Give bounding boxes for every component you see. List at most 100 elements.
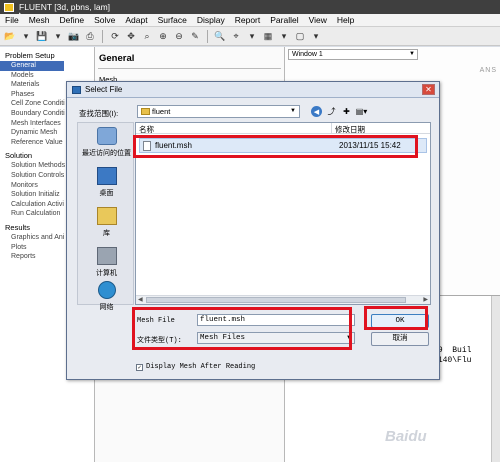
zoom-fit-icon[interactable]: ⌕ <box>141 30 153 42</box>
pick-icon[interactable]: ⌖ <box>230 30 242 42</box>
place-recent[interactable]: 最近访问的位置 <box>78 127 135 158</box>
look-in-select[interactable]: fluent ▼ <box>137 105 300 118</box>
place-label: 网络 <box>99 304 114 311</box>
menu-adapt[interactable]: Adapt <box>120 15 152 25</box>
dialog-app-icon <box>72 85 81 94</box>
zoom-in-icon[interactable]: ⊕ <box>157 30 169 42</box>
menu-display[interactable]: Display <box>192 15 230 25</box>
dropdown-icon[interactable]: ▾ <box>278 30 290 42</box>
task-page-title: General <box>99 53 135 64</box>
ok-button[interactable]: OK <box>371 314 429 328</box>
column-date[interactable]: 修改日期 <box>335 124 365 135</box>
select-file-dialog: Select File ✕ 查找范围(I): fluent ▼ ◀ ⤴ ✚ ▤▾… <box>66 81 440 380</box>
display-mesh-label: Display Mesh After Reading <box>146 363 256 371</box>
menu-define[interactable]: Define <box>55 15 90 25</box>
window-select-value: Window 1 <box>292 51 323 58</box>
cancel-button[interactable]: 取消 <box>371 332 429 346</box>
chevron-down-icon: ▼ <box>346 335 352 341</box>
file-row[interactable]: fluent.msh 2013/11/15 15:42 <box>139 138 427 153</box>
window-icon[interactable]: ▢ <box>294 30 306 42</box>
place-label: 计算机 <box>96 270 117 277</box>
file-icon <box>143 141 151 151</box>
toolbar: 📂 ▾ 💾 ▾ 📷 ⎙ ⟳ ✥ ⌕ ⊕ ⊖ ✎ 🔍 ⌖ ▾ ▦ ▾ ▢ ▾ <box>0 27 500 46</box>
app-titlebar: FLUENT [3d, pbns, lam] <box>0 0 500 14</box>
toolbar-divider <box>207 29 208 43</box>
file-type-label: 文件类型(T): <box>137 337 182 345</box>
ansys-logo: ANS <box>479 67 497 74</box>
computer-icon <box>96 247 117 265</box>
dropdown-icon[interactable]: ▾ <box>246 30 258 42</box>
nav-item-general[interactable]: General <box>0 61 64 71</box>
camera-icon[interactable]: 📷 <box>68 30 80 42</box>
folder-icon <box>141 108 150 115</box>
place-desktop[interactable]: 桌面 <box>78 167 135 198</box>
place-network[interactable]: 网络 <box>78 281 135 312</box>
probe-icon[interactable]: ✎ <box>189 30 201 42</box>
place-computer[interactable]: 计算机 <box>78 247 135 278</box>
zoom-out-icon[interactable]: ⊖ <box>173 30 185 42</box>
chevron-down-icon: ▼ <box>290 108 296 114</box>
watermark: Baidu <box>385 428 427 445</box>
scrollbar-thumb[interactable] <box>146 297 406 303</box>
menu-bar: File Mesh Define Solve Adapt Surface Dis… <box>0 14 500 27</box>
place-label: 最近访问的位置 <box>82 150 131 157</box>
file-list-header: 名称 修改日期 <box>136 123 430 134</box>
menu-file[interactable]: File <box>0 15 24 25</box>
rotate-icon[interactable]: ⟳ <box>109 30 121 42</box>
scroll-left-icon[interactable]: ◀ <box>138 296 143 303</box>
menu-surface[interactable]: Surface <box>153 15 192 25</box>
save-icon[interactable]: 💾 <box>36 30 48 42</box>
file-list: 名称 修改日期 fluent.msh 2013/11/15 15:42 ◀ ▶ <box>135 122 431 305</box>
layout-icon[interactable]: ▦ <box>262 30 274 42</box>
window-select[interactable]: Window 1 ▼ <box>288 49 418 60</box>
mesh-file-label: Mesh File <box>137 317 175 325</box>
app-title: FLUENT [3d, pbns, lam] <box>19 2 111 12</box>
menu-solve[interactable]: Solve <box>89 15 120 25</box>
dropdown-icon[interactable]: ▾ <box>20 30 32 42</box>
display-mesh-checkbox[interactable]: ✓ <box>136 363 143 371</box>
place-label: 桌面 <box>99 190 114 197</box>
mesh-file-input[interactable]: fluent.msh <box>197 314 355 326</box>
toolbar-divider <box>102 29 103 43</box>
file-type-value: Mesh Files <box>200 334 246 342</box>
file-date: 2013/11/15 15:42 <box>339 141 401 150</box>
close-icon[interactable]: ✕ <box>422 84 435 95</box>
zoom-icon[interactable]: 🔍 <box>214 30 226 42</box>
menu-parallel[interactable]: Parallel <box>265 15 303 25</box>
file-name: fluent.msh <box>155 141 192 150</box>
look-in-label: 查找范围(I): <box>79 109 119 118</box>
chevron-down-icon: ▼ <box>409 51 415 57</box>
open-icon[interactable]: 📂 <box>4 30 16 42</box>
nav-section-problem-setup[interactable]: Problem Setup <box>0 51 94 61</box>
menu-view[interactable]: View <box>304 15 332 25</box>
network-icon <box>97 281 116 299</box>
dialog-titlebar: Select File ✕ <box>67 82 439 98</box>
move-icon[interactable]: ✥ <box>125 30 137 42</box>
fluent-logo-icon <box>4 2 14 12</box>
file-list-scrollbar[interactable]: ◀ ▶ <box>136 295 430 304</box>
file-type-select[interactable]: Mesh Files ▼ <box>197 332 355 344</box>
display-mesh-checkbox-row[interactable]: ✓ Display Mesh After Reading <box>136 363 255 371</box>
look-in-value: fluent <box>152 107 171 116</box>
print-icon[interactable]: ⎙ <box>84 30 96 42</box>
folder-nav-buttons: ◀ ⤴ ✚ ▤▾ <box>311 105 367 118</box>
up-folder-icon[interactable]: ⤴ <box>326 106 337 117</box>
place-label: 库 <box>103 230 110 237</box>
back-icon[interactable]: ◀ <box>311 106 322 117</box>
scroll-right-icon[interactable]: ▶ <box>423 296 428 303</box>
new-folder-icon[interactable]: ✚ <box>341 106 352 117</box>
places-bar: 最近访问的位置 桌面 库 计算机 网络 <box>77 122 135 311</box>
recent-places-icon <box>96 127 117 145</box>
dropdown-icon[interactable]: ▾ <box>52 30 64 42</box>
console-scrollbar[interactable] <box>491 296 500 462</box>
libraries-icon <box>96 207 117 225</box>
view-menu-icon[interactable]: ▤▾ <box>356 106 368 117</box>
desktop-icon <box>96 167 117 185</box>
menu-report[interactable]: Report <box>230 15 266 25</box>
dropdown-icon[interactable]: ▾ <box>310 30 322 42</box>
place-libraries[interactable]: 库 <box>78 207 135 238</box>
nav-item-models[interactable]: Models <box>0 71 94 81</box>
menu-mesh[interactable]: Mesh <box>24 15 55 25</box>
column-name[interactable]: 名称 <box>139 124 154 135</box>
menu-help[interactable]: Help <box>332 15 359 25</box>
